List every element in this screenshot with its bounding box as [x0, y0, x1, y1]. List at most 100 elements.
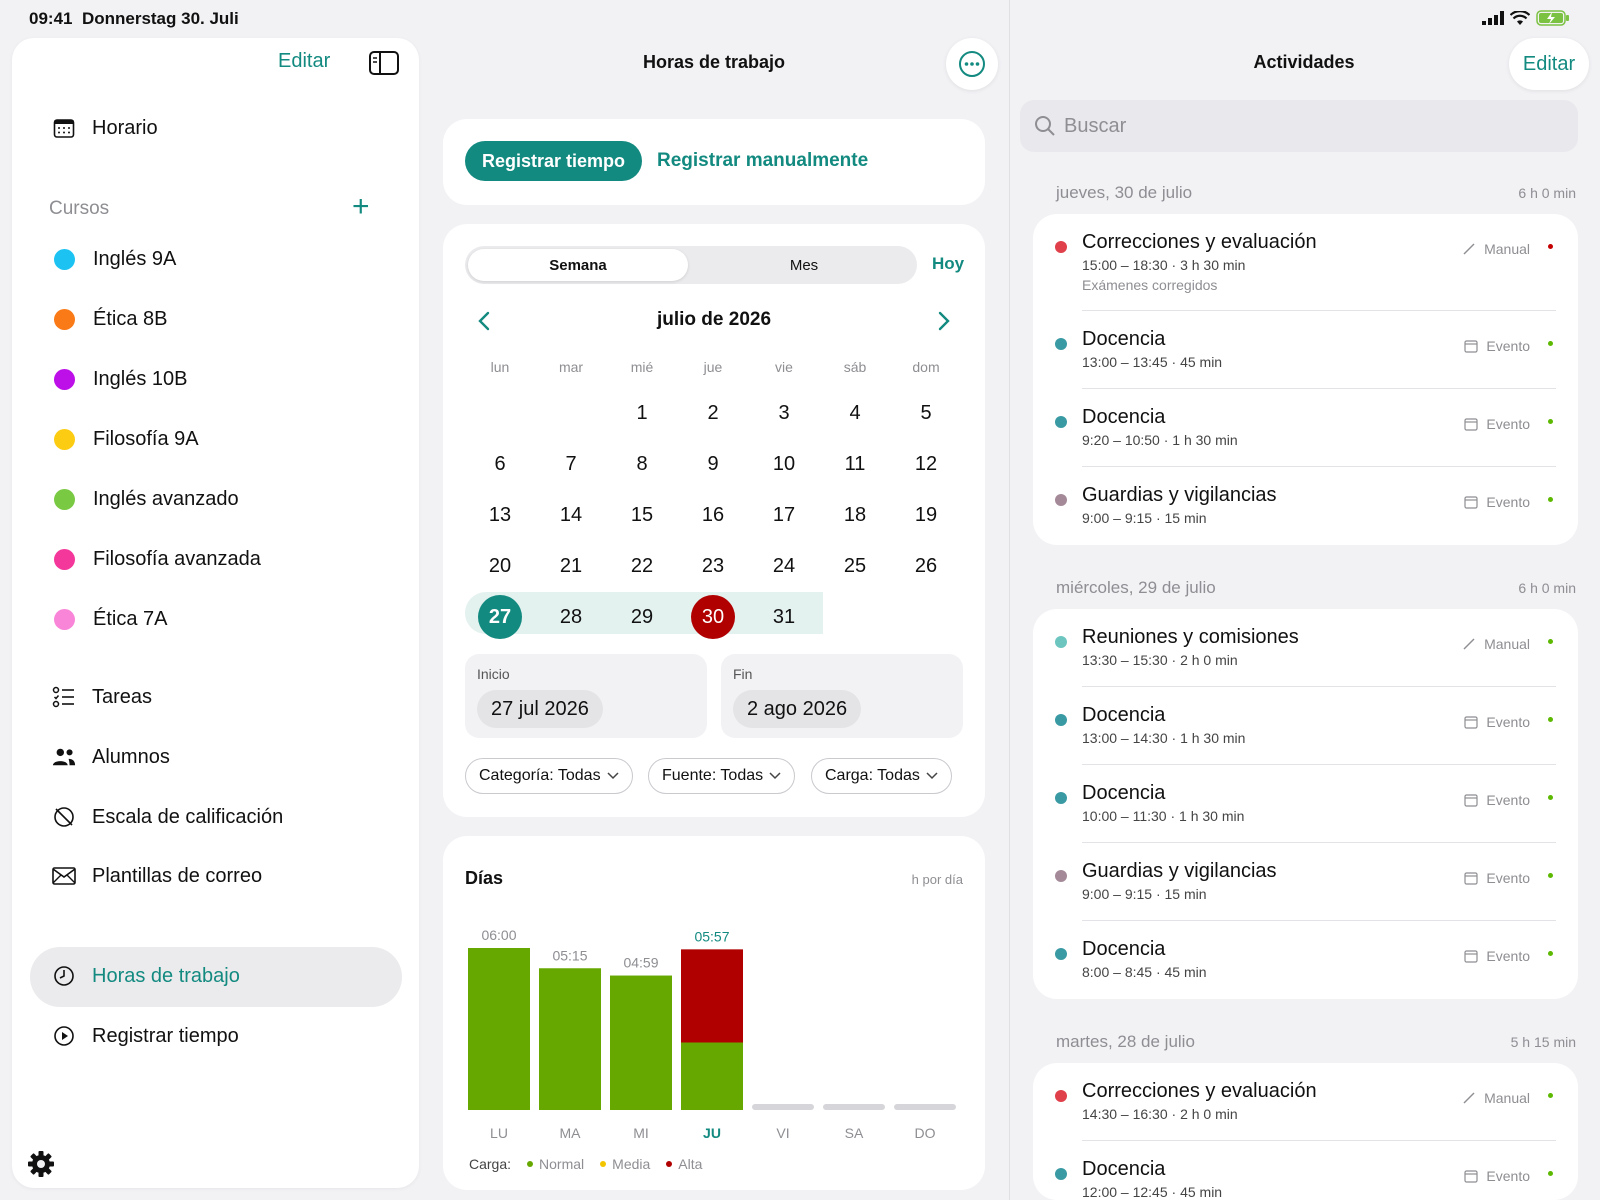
course-item[interactable]: Ética 8B [54, 308, 167, 331]
calendar-day[interactable]: 18 [833, 493, 877, 537]
activity-row[interactable]: Guardias y vigilancias 9:00 – 9:15 · 15 m… [1033, 467, 1578, 545]
course-label: Filosofía 9A [93, 428, 199, 450]
calendar-day[interactable]: 11 [833, 442, 877, 486]
segment-month[interactable]: Mes [694, 249, 914, 281]
calendar-day[interactable]: 8 [620, 442, 664, 486]
add-course-button[interactable]: + [352, 190, 370, 224]
calendar-day[interactable]: 21 [549, 544, 593, 588]
calendar-day[interactable]: 4 [833, 391, 877, 435]
course-item[interactable]: Filosofía 9A [54, 428, 199, 451]
bar-segment-mi[interactable] [610, 975, 672, 1110]
activity-row[interactable]: Correcciones y evaluación 14:30 – 16:30 ·… [1033, 1063, 1578, 1141]
calendar-day[interactable]: 7 [549, 442, 593, 486]
calendar-day[interactable]: 29 [620, 595, 664, 639]
activity-row[interactable]: Correcciones y evaluación 15:00 – 18:30 ·… [1033, 214, 1578, 311]
activity-row[interactable]: Docencia 13:00 – 13:45 · 45 min Evento [1033, 311, 1578, 389]
calendar-day[interactable]: 1 [620, 391, 664, 435]
settings-button[interactable] [27, 1150, 55, 1183]
gear-icon [28, 1151, 54, 1177]
load-filter[interactable]: Carga: Todas [811, 758, 952, 794]
calendar-day[interactable]: 15 [620, 493, 664, 537]
bar-segment-lu[interactable] [468, 948, 530, 1110]
activity-name: Docencia [1082, 938, 1166, 960]
x-tick-label: SA [845, 1125, 864, 1141]
calendar-day[interactable]: 31 [762, 595, 806, 639]
category-filter[interactable]: Categoría: Todas [465, 758, 633, 794]
activity-row[interactable]: Docencia 9:20 – 10:50 · 1 h 30 min Evento [1033, 389, 1578, 467]
bar-value-label: 06:00 [481, 927, 516, 943]
calendar-day[interactable]: 19 [904, 493, 948, 537]
sidebar-item-students[interactable]: Alumnos [52, 745, 170, 769]
course-item[interactable]: Inglés 10B [54, 368, 188, 391]
calendar-day[interactable]: 30 [691, 595, 735, 639]
course-label: Inglés 9A [93, 248, 177, 270]
segment-week[interactable]: Semana [468, 249, 688, 281]
today-button[interactable]: Hoy [932, 254, 964, 274]
category-color-dot [1055, 636, 1067, 648]
activity-row[interactable]: Docencia 13:00 – 14:30 · 1 h 30 min Evento [1033, 687, 1578, 765]
activity-row[interactable]: Docencia 10:00 – 11:30 · 1 h 30 min Evento [1033, 765, 1578, 843]
calendar-day[interactable]: 28 [549, 595, 593, 639]
calendar-day[interactable]: 17 [762, 493, 806, 537]
bar-segment-ju[interactable] [681, 1042, 743, 1111]
calendar-day[interactable]: 16 [691, 493, 735, 537]
calendar-day[interactable]: 12 [904, 442, 948, 486]
sidebar-toggle-button[interactable] [368, 50, 400, 81]
track-time-button[interactable]: Registrar tiempo [465, 141, 643, 181]
sidebar-edit-button[interactable]: Editar [278, 50, 330, 73]
activity-row[interactable]: Reuniones y comisiones 13:30 – 15:30 · 2 … [1033, 609, 1578, 687]
calendar-day[interactable]: 10 [762, 442, 806, 486]
sidebar-item-tasks[interactable]: Tareas [52, 685, 152, 709]
sidebar-item-track-time[interactable]: Registrar tiempo [52, 1024, 239, 1048]
status-dot [1548, 497, 1553, 502]
calendar-day[interactable]: 25 [833, 544, 877, 588]
sidebar-item-grading-scale[interactable]: Escala de calificación [52, 805, 283, 829]
cellular-signal-icon [1482, 11, 1504, 25]
course-item[interactable]: Inglés avanzado [54, 488, 239, 511]
bar-segment-ma[interactable] [539, 968, 601, 1110]
end-date-picker[interactable]: 2 ago 2026 [733, 690, 862, 728]
calendar-day[interactable]: 24 [762, 544, 806, 588]
next-month-button[interactable] [937, 310, 951, 337]
calendar-day[interactable]: 14 [549, 493, 593, 537]
more-options-button[interactable] [946, 38, 998, 90]
activity-time: 15:00 – 18:30 · 3 h 30 min [1082, 257, 1246, 273]
status-icons [1482, 10, 1570, 26]
search-field[interactable]: Buscar [1020, 100, 1578, 152]
calendar-day[interactable]: 13 [478, 493, 522, 537]
calendar-day[interactable]: 20 [478, 544, 522, 588]
course-item[interactable]: Inglés 9A [54, 248, 176, 271]
calendar-day[interactable]: 9 [691, 442, 735, 486]
calendar-day[interactable]: 23 [691, 544, 735, 588]
bar-segment-ju[interactable] [681, 949, 743, 1043]
activity-row[interactable]: Docencia 12:00 – 12:45 · 45 min Evento [1033, 1141, 1578, 1200]
calendar-day[interactable]: 26 [904, 544, 948, 588]
legend-media: Media [600, 1156, 650, 1172]
calendar-day[interactable]: 6 [478, 442, 522, 486]
calendar-day[interactable]: 27 [478, 595, 522, 639]
manual-entry-button[interactable]: Registrar manualmente [657, 150, 868, 172]
pencil-icon [1463, 1092, 1475, 1104]
activity-source: Evento [1464, 714, 1530, 730]
activity-source-label: Manual [1484, 636, 1530, 652]
sidebar-item-work-hours[interactable]: Horas de trabajo [52, 964, 240, 988]
course-item[interactable]: Ética 7A [54, 608, 167, 631]
calendar-day[interactable]: 2 [691, 391, 735, 435]
start-date-picker[interactable]: 27 jul 2026 [477, 690, 603, 728]
calendar-day[interactable]: 22 [620, 544, 664, 588]
sidebar-item-schedule[interactable]: Horario [52, 116, 158, 140]
sidebar-item-email-templates[interactable]: Plantillas de correo [52, 864, 262, 888]
activity-row[interactable]: Docencia 8:00 – 8:45 · 45 min Evento [1033, 921, 1578, 999]
activities-edit-button[interactable]: Editar [1509, 38, 1589, 90]
bar-empty-vi [752, 1104, 814, 1110]
calendar-day[interactable]: 5 [904, 391, 948, 435]
activity-row[interactable]: Guardias y vigilancias 9:00 – 9:15 · 15 m… [1033, 843, 1578, 921]
calendar-icon [1464, 496, 1479, 509]
chart-legend: Carga: Normal Media Alta [469, 1156, 702, 1172]
course-color-dot [54, 489, 75, 510]
course-item[interactable]: Filosofía avanzada [54, 548, 261, 571]
calendar-day[interactable]: 3 [762, 391, 806, 435]
category-color-dot [1055, 338, 1067, 350]
bar-empty-do [894, 1104, 956, 1110]
source-filter[interactable]: Fuente: Todas [648, 758, 796, 794]
